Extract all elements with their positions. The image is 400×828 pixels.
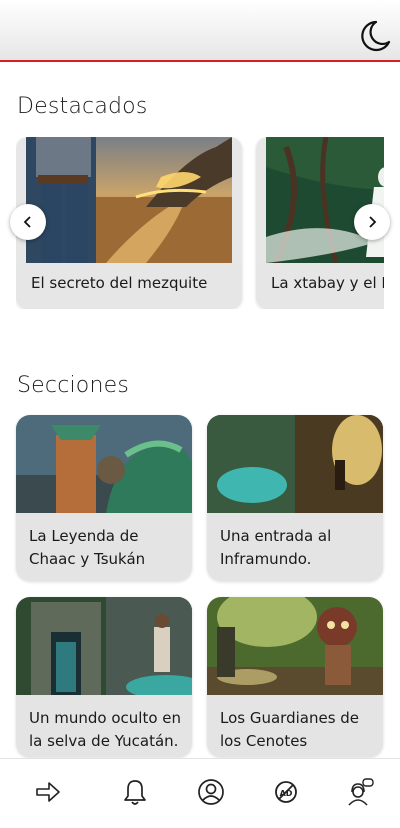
featured-card-caption: El secreto del mezquite <box>16 263 242 309</box>
section-card-caption: Los Guardianes de los Cenotes <box>220 709 360 750</box>
section-card-caption: La Leyenda de Chaac y Tsukán <box>29 527 146 568</box>
section-card[interactable]: Los Guardianes de los Cenotes <box>207 597 383 757</box>
section-card-image <box>207 415 383 513</box>
section-card[interactable]: La Leyenda de Chaac y Tsukán <box>16 415 192 581</box>
svg-text:AD: AD <box>280 789 293 798</box>
section-card[interactable]: Una entrada al Inframundo. <box>207 415 383 581</box>
share-icon[interactable] <box>33 777 63 807</box>
user-icon[interactable] <box>196 777 226 807</box>
featured-title: Destacados <box>17 94 148 119</box>
bottom-nav: AD <box>0 758 400 828</box>
section-card-image <box>207 597 383 695</box>
chevron-left-icon[interactable] <box>10 204 46 240</box>
featured-card[interactable]: El secreto del mezquite <box>16 137 242 309</box>
sections-title: Secciones <box>17 373 130 398</box>
support-icon[interactable] <box>345 777 375 807</box>
featured-card-image <box>266 137 384 263</box>
no-ads-icon[interactable]: AD <box>271 777 301 807</box>
bell-icon[interactable] <box>120 777 150 807</box>
featured-card-caption: La xtabay y el N <box>256 263 384 309</box>
top-app-bar <box>0 0 400 62</box>
featured-carousel[interactable]: El secreto del mezquite La xtabay y el N <box>16 137 384 309</box>
moon-icon[interactable] <box>356 18 392 54</box>
featured-card-image <box>26 137 232 263</box>
section-card-caption: Un mundo oculto en la selva de Yucatán. <box>29 709 182 750</box>
section-card-image <box>16 597 192 695</box>
section-card-image <box>16 415 192 513</box>
chevron-right-icon[interactable] <box>354 204 390 240</box>
section-card-caption: Una entrada al Inframundo. <box>220 527 332 568</box>
section-card[interactable]: Un mundo oculto en la selva de Yucatán. <box>16 597 192 757</box>
